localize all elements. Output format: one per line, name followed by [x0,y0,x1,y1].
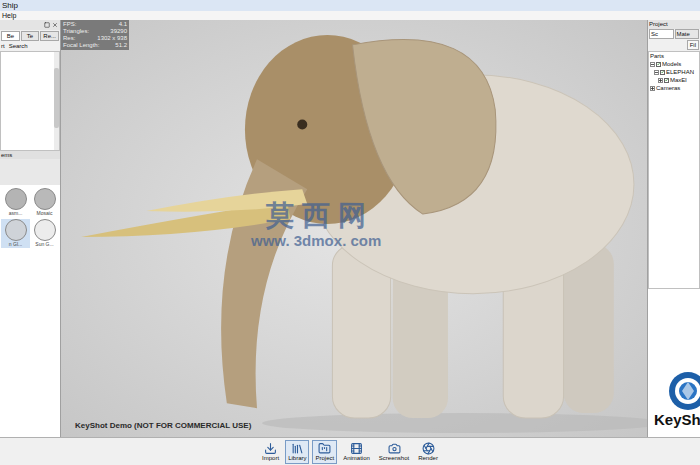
check-icon [665,78,668,82]
menu-item[interactable]: Help [2,11,16,20]
library-tabs: BeTeRe... [0,30,60,42]
search-label[interactable]: Search [9,42,28,51]
toolbar-label: Import [262,455,279,462]
float-icon[interactable] [44,22,50,28]
expand-icon[interactable] [650,86,655,91]
bottom-toolbar: Import Library Project Animation Screenshot R… [0,437,700,465]
tree-checkbox[interactable] [664,78,669,83]
scrollbar[interactable] [54,52,59,150]
library-tab[interactable]: Te [21,31,40,41]
window-title: Ship [2,1,18,11]
project-tabs: ScMate [648,29,700,39]
app-window: ShipHelpBeTeRe...rtSearchemsasm...Mosaic… [0,0,700,465]
toolbar-label: Library [288,455,306,462]
toolbar-button[interactable]: Animation [340,440,373,464]
material-item[interactable]: Mosaic [30,188,59,217]
search-row: rt Search [0,42,60,51]
toolbar-icon [388,442,401,455]
tree-checkbox[interactable] [656,62,661,67]
toolbar-button[interactable]: Project [312,440,337,464]
tree-row[interactable]: Cameras [649,84,699,92]
tree-row[interactable]: ELEPHAN [649,68,699,76]
expand-icon[interactable] [658,78,663,83]
watermark-url: www. 3dmox. com [251,232,381,250]
material-swatch [34,219,56,241]
toolbar-icon [350,442,363,455]
material-label: asm... [9,210,23,217]
tree-label: MaxEl [670,76,687,84]
logo-text: KeySh [648,411,700,429]
demo-notice: KeyShot Demo (NOT FOR COMMERCIAL USE) [75,421,251,431]
toolbar-label: Screenshot [379,455,409,462]
material-item[interactable]: n Gl... [1,219,30,248]
close-icon[interactable] [52,22,58,28]
material-label: Sun G... [35,241,53,248]
scroll-thumb[interactable] [54,68,59,128]
library-list [0,51,60,151]
parts-label: Parts [649,52,699,60]
panel-header [0,20,60,30]
logo-area: KeySh [648,289,700,437]
viewport[interactable]: FPS:4.1Triangles:39290Res:1302 x 938Foca… [61,20,647,437]
material-label: Mosaic [37,210,53,217]
toolbar-label: Render [418,455,438,462]
toolbar-label: Project [315,455,334,462]
materials-grid: asm... Mosaic n Gl... Sun G... [0,185,60,251]
project-tab[interactable]: Sc [649,29,674,39]
filter-row: Fil [648,39,700,51]
stat-row: Res:1302 x 938 [63,35,127,42]
library-panel: BeTeRe...rtSearchemsasm...Mosaicn Gl...S… [0,20,61,437]
toolbar-label: Animation [343,455,370,462]
main-area: BeTeRe...rtSearchemsasm...Mosaicn Gl...S… [0,20,700,437]
tree-row[interactable]: MaxEl [649,76,699,84]
toolbar-icon [318,442,331,455]
material-swatch [34,188,56,210]
filter-button[interactable]: Fil [687,40,699,50]
watermark: 莫 西 网www. 3dmox. com [251,200,381,250]
collapse-icon[interactable] [654,70,659,75]
material-item[interactable]: Sun G... [30,219,59,248]
stat-row: Triangles:39290 [63,28,127,35]
tree-label: Cameras [656,84,680,92]
toolbar-icon [422,442,435,455]
check-icon [661,70,664,74]
library-tab[interactable]: Re... [40,31,59,41]
material-swatch [5,219,27,241]
stat-row: Focal Length:51.2 [63,42,127,49]
project-title: Project [648,20,700,29]
keyshot-logo-icon [668,371,700,411]
menu-bar: Help [0,11,700,20]
toolbar-button[interactable]: Render [415,440,441,464]
tree-label: Models [662,60,681,68]
material-label: n Gl... [9,241,22,248]
material-item[interactable]: asm... [1,188,30,217]
panel-spacer [0,159,60,185]
project-panel: ProjectScMateFilPartsModelsELEPHANMaxElC… [647,20,700,437]
toolbar-button[interactable]: Library [285,440,309,464]
library-tab[interactable]: Be [1,31,20,41]
check-icon [657,62,660,66]
panel-fill [0,251,60,437]
tree-row[interactable]: Models [649,60,699,68]
stats-overlay: FPS:4.1Triangles:39290Res:1302 x 938Foca… [61,20,129,50]
toolbar-icon [291,442,304,455]
project-tab[interactable]: Mate [675,29,700,39]
parts-tree: PartsModelsELEPHANMaxElCameras [648,51,700,289]
toolbar-icon [264,442,277,455]
toolbar-button[interactable]: Screenshot [376,440,412,464]
material-swatch [5,188,27,210]
search-label[interactable]: rt [1,42,5,51]
title-bar: Ship [0,0,700,11]
collapse-icon[interactable] [650,62,655,67]
tree-label: ELEPHAN [666,68,694,76]
tree-checkbox[interactable] [660,70,665,75]
list-footer: ems [0,151,60,159]
toolbar-button[interactable]: Import [259,440,282,464]
stat-row: FPS:4.1 [63,21,127,28]
watermark-title: 莫 西 网 [266,200,366,232]
